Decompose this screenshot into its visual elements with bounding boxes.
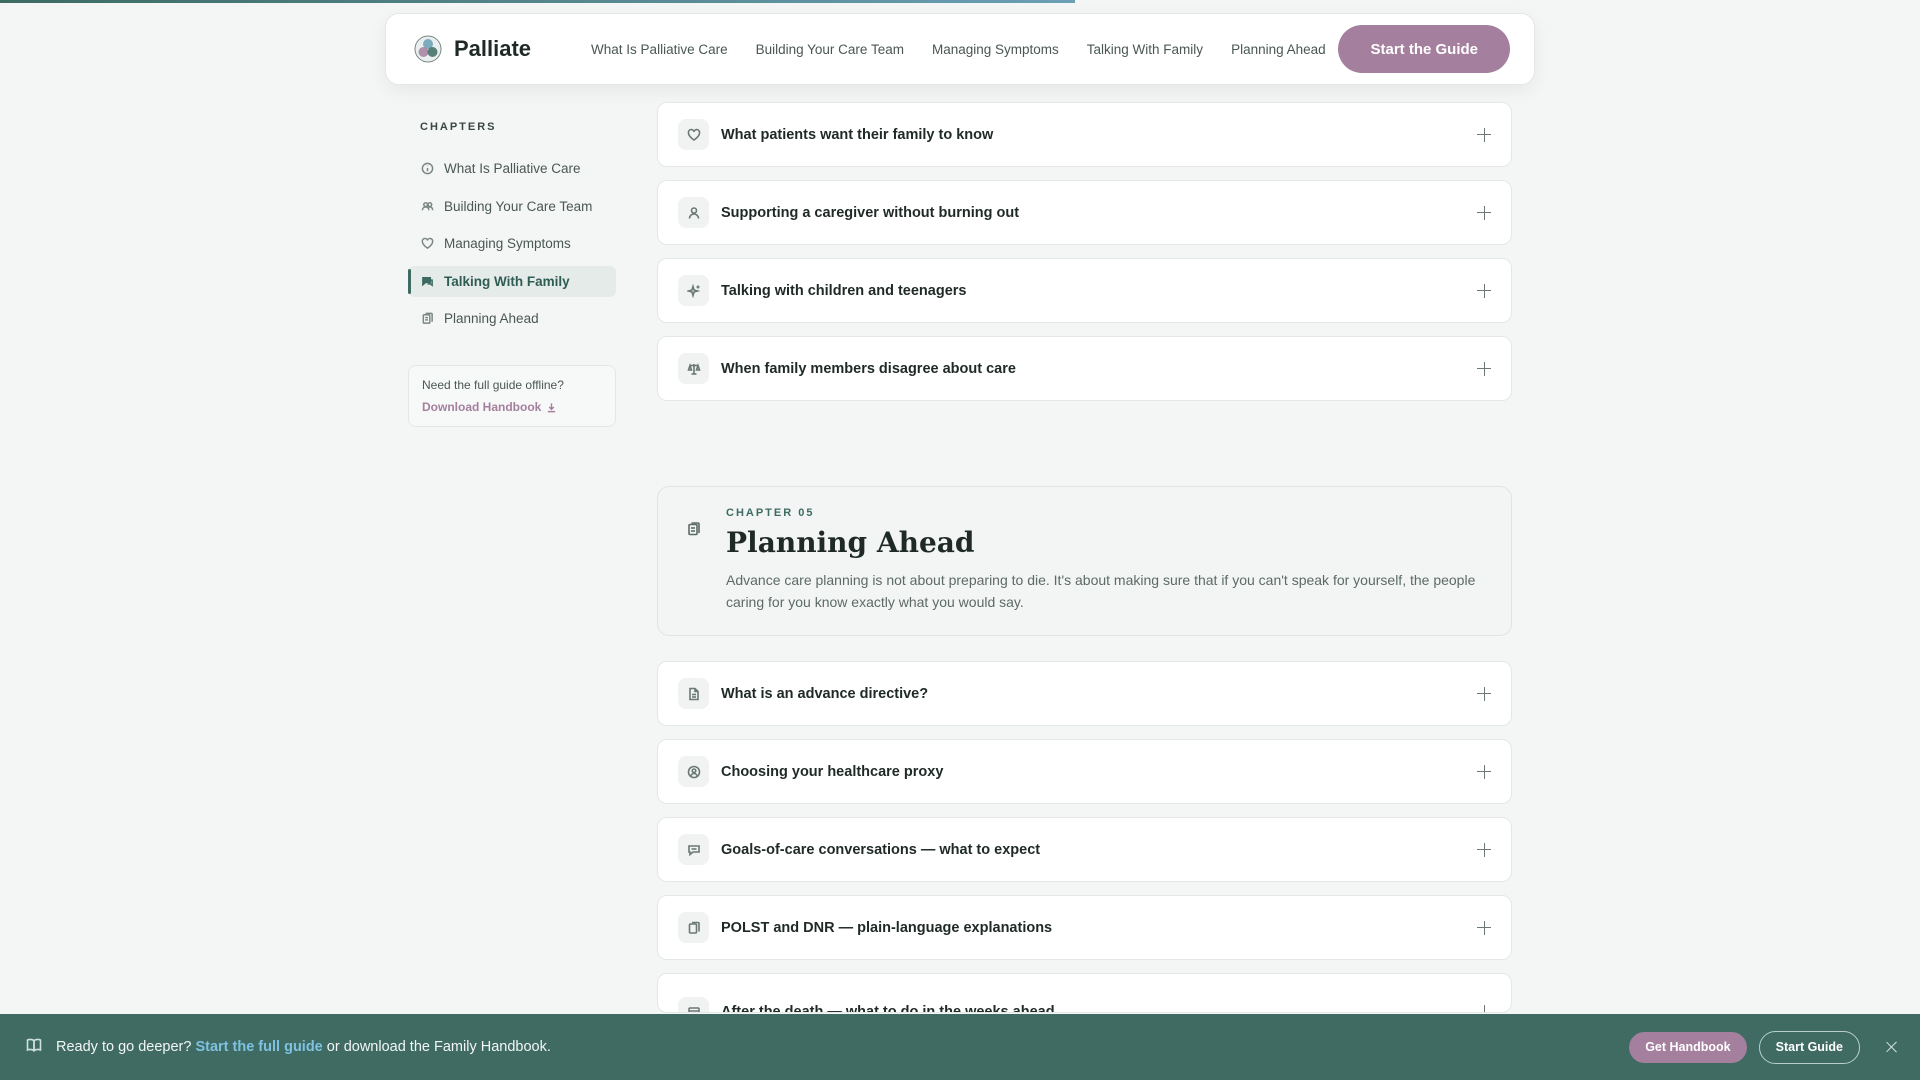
sidebar-item-what-is-palliative-care[interactable]: What Is Palliative Care: [408, 153, 616, 184]
chapter-title: Planning Ahead: [726, 526, 975, 559]
accordion-title: Supporting a caregiver without burning o…: [721, 204, 1020, 221]
chapters-sidebar: CHAPTERS What Is Palliative Care Buildin…: [408, 112, 616, 427]
nav-talking-with-family[interactable]: Talking With Family: [1087, 42, 1203, 57]
sidebar-title: CHAPTERS: [420, 121, 497, 133]
accordion-item[interactable]: When family members disagree about care: [657, 336, 1512, 401]
nav-planning-ahead[interactable]: Planning Ahead: [1231, 42, 1326, 57]
accordion-item[interactable]: What patients want their family to know: [657, 102, 1512, 167]
accordion-title: POLST and DNR — plain-language explanati…: [721, 919, 1053, 936]
get-handbook-button[interactable]: Get Handbook: [1629, 1031, 1747, 1063]
accordion-item[interactable]: After the death — what to do in the week…: [657, 973, 1512, 1013]
cta-banner: Ready to go deeper? Start the full guide…: [0, 1014, 1920, 1080]
plus-icon[interactable]: [1477, 1005, 1491, 1012]
sidebar-item-label: Managing Symptoms: [444, 236, 571, 251]
plus-icon[interactable]: [1477, 361, 1491, 376]
sidebar-item-label: Building Your Care Team: [444, 198, 593, 214]
banner-text-before: Ready to go deeper?: [56, 1039, 192, 1055]
accordion-item[interactable]: Supporting a caregiver without burning o…: [657, 180, 1512, 245]
plus-icon[interactable]: [1477, 920, 1491, 935]
reading-progress-bar: [0, 0, 1920, 3]
accordion-title: After the death — what to do in the week…: [721, 1004, 1055, 1013]
nav-what-is-palliative-care[interactable]: What Is Palliative Care: [591, 42, 728, 57]
start-guide-button[interactable]: Start the Guide: [1338, 25, 1510, 73]
accordion-item[interactable]: POLST and DNR — plain-language explanati…: [657, 895, 1512, 960]
chat-icon: [422, 276, 433, 287]
sidebar-item-label: What Is Palliative Care: [444, 161, 581, 176]
brand-logo[interactable]: Palliate: [414, 35, 531, 63]
accordion-title: Goals-of-care conversations — what to ex…: [721, 841, 1041, 858]
team-icon: [421, 201, 434, 210]
sparkle-icon: [686, 283, 700, 298]
chapter-header-card: CHAPTER 05 Planning Ahead Advance care p…: [657, 486, 1512, 636]
chapter-description: Advance care planning is not about prepa…: [726, 572, 1476, 610]
nav-managing-symptoms[interactable]: Managing Symptoms: [932, 42, 1059, 57]
plus-icon[interactable]: [1477, 764, 1491, 779]
start-guide-banner-button[interactable]: Start Guide: [1758, 1030, 1860, 1064]
clipboard-icon: [688, 921, 700, 934]
accordion-item[interactable]: Choosing your healthcare proxy: [657, 739, 1512, 804]
plus-icon[interactable]: [1477, 686, 1491, 701]
heart-icon: [421, 237, 434, 250]
main-content: What patients want their family to know …: [657, 102, 1512, 1013]
accordion-item[interactable]: What is an advance directive?: [657, 661, 1512, 726]
banner-actions: Get Handbook Start Guide: [1629, 1030, 1898, 1064]
reading-progress-fill: [0, 0, 1076, 3]
user-icon: [688, 206, 699, 219]
plus-icon[interactable]: [1477, 283, 1491, 298]
chat-icon: [687, 844, 700, 856]
start-full-guide-link[interactable]: Start the full guide: [195, 1039, 322, 1055]
accordion-title: What patients want their family to know: [721, 126, 994, 143]
site-header: Palliate What Is Palliative Care Buildin…: [385, 13, 1535, 85]
accordion-item[interactable]: Goals-of-care conversations — what to ex…: [657, 817, 1512, 882]
heart-icon: [687, 128, 700, 141]
plus-icon[interactable]: [1477, 205, 1491, 220]
download-handbook-label: Download Handbook: [422, 400, 542, 414]
close-icon[interactable]: [1886, 1041, 1898, 1053]
brand-name: Palliate: [454, 36, 532, 61]
scale-icon: [686, 362, 701, 375]
banner-message: Ready to go deeper? Start the full guide…: [56, 1039, 551, 1055]
info-icon: [421, 162, 434, 175]
document-icon: [688, 687, 699, 700]
main-nav: What Is Palliative Care Building Your Ca…: [591, 42, 1326, 57]
sidebar-item-talking-with-family[interactable]: Talking With Family: [408, 265, 616, 297]
sidebar-item-building-your-care-team[interactable]: Building Your Care Team: [408, 191, 616, 222]
person-circle-icon: [687, 765, 700, 778]
calendar-icon: [687, 1007, 700, 1012]
accordion-title: Talking with children and teenagers: [721, 282, 967, 299]
accordion-title: What is an advance directive?: [721, 685, 929, 702]
clipboard-icon: [688, 522, 700, 536]
palliate-logo-icon: [414, 35, 442, 63]
download-handbook-link[interactable]: Download Handbook: [422, 400, 602, 414]
sidebar-item-managing-symptoms[interactable]: Managing Symptoms: [408, 228, 616, 259]
offline-handbook-card: Need the full guide offline? Download Ha…: [408, 365, 616, 427]
banner-text-after: or download the Family Handbook.: [326, 1039, 551, 1055]
book-icon: [26, 1038, 42, 1052]
sidebar-item-planning-ahead[interactable]: Planning Ahead: [408, 303, 616, 334]
clipboard-icon: [422, 312, 433, 324]
plus-icon[interactable]: [1477, 842, 1491, 857]
plus-icon[interactable]: [1477, 127, 1491, 142]
download-icon: [548, 402, 556, 412]
sidebar-item-label: Planning Ahead: [444, 311, 539, 326]
chapter-label: CHAPTER 05: [726, 507, 815, 519]
accordion-item[interactable]: Talking with children and teenagers: [657, 258, 1512, 323]
nav-building-your-care-team[interactable]: Building Your Care Team: [756, 42, 904, 57]
sidebar-item-label: Talking With Family: [444, 273, 570, 289]
accordion-title: When family members disagree about care: [721, 360, 1016, 377]
offline-text: Need the full guide offline?: [422, 378, 564, 392]
accordion-title: Choosing your healthcare proxy: [721, 763, 944, 780]
